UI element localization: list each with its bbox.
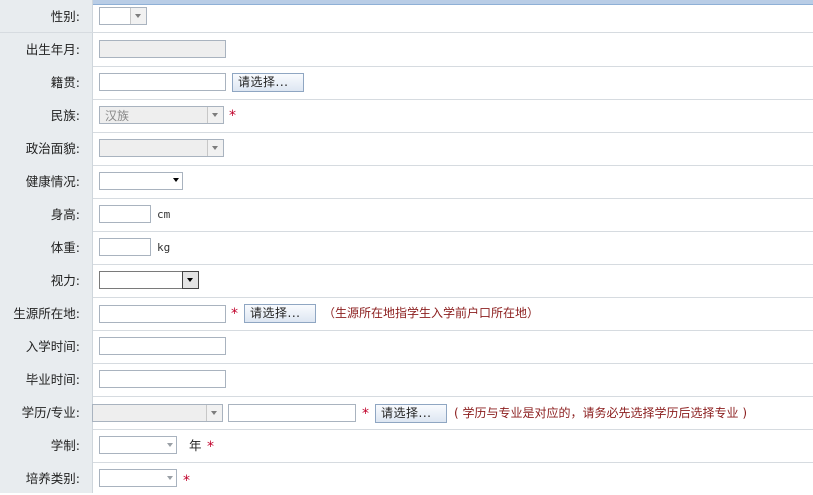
health-label: 健康情况: [0, 165, 93, 198]
chevron-down-icon [207, 140, 223, 156]
required-marker: * [362, 406, 369, 422]
training-label: 培养类别: [0, 462, 93, 493]
native-label: 籍贯: [0, 66, 93, 99]
row-vision: 视力: [0, 264, 813, 298]
row-height: 身高: cm [0, 198, 813, 232]
political-select[interactable] [99, 139, 224, 157]
height-label: 身高: [0, 198, 93, 231]
row-training: 培养类别: * [0, 462, 813, 493]
degree-label: 学历/专业: [0, 396, 93, 429]
degree-select[interactable] [92, 404, 223, 422]
row-ethnicity: 民族: 汉族 * [0, 99, 813, 133]
origin-input[interactable] [99, 305, 226, 323]
chevron-down-icon [206, 405, 222, 421]
ethnicity-label: 民族: [0, 99, 93, 132]
chevron-down-icon [173, 178, 179, 182]
birth-input[interactable] [99, 40, 226, 58]
political-label: 政治面貌: [0, 132, 93, 165]
row-enroll: 入学时间: [0, 330, 813, 364]
gender-select[interactable] [99, 7, 147, 25]
chevron-down-icon [167, 476, 173, 480]
row-birth: 出生年月: [0, 33, 813, 67]
length-unit: 年 [189, 438, 202, 453]
required-marker: * [207, 439, 214, 455]
row-graduate: 毕业时间: [0, 363, 813, 397]
row-degree: 学历/专业: * 请选择... ( 学历与专业是对应的，请务必先选择学历后选择专… [0, 396, 813, 430]
major-select-button[interactable]: 请选择... [375, 404, 447, 423]
row-weight: 体重: kg [0, 231, 813, 265]
graduate-input[interactable] [99, 370, 226, 388]
enroll-input[interactable] [99, 337, 226, 355]
row-political: 政治面貌: [0, 132, 813, 166]
row-origin: 生源所在地: * 请选择... （生源所在地指学生入学前户口所在地） [0, 297, 813, 331]
training-select[interactable] [99, 469, 177, 487]
required-marker: * [183, 473, 190, 489]
vision-label: 视力: [0, 264, 93, 297]
major-input[interactable] [228, 404, 356, 422]
health-select[interactable] [99, 172, 183, 190]
height-unit: cm [157, 208, 171, 221]
length-select[interactable] [99, 436, 177, 454]
required-marker: * [229, 108, 236, 124]
graduate-label: 毕业时间: [0, 363, 93, 396]
degree-note: ( 学历与专业是对应的，请务必先选择学历后选择专业 ) [454, 406, 747, 420]
ethnicity-select[interactable]: 汉族 [99, 106, 224, 124]
native-select-button[interactable]: 请选择... [232, 73, 304, 92]
row-length: 学制: 年 * [0, 429, 813, 463]
origin-note: （生源所在地指学生入学前户口所在地） [323, 306, 540, 320]
origin-select-button[interactable]: 请选择... [244, 304, 316, 323]
enroll-label: 入学时间: [0, 330, 93, 363]
birth-label: 出生年月: [0, 33, 93, 66]
weight-label: 体重: [0, 231, 93, 264]
length-label: 学制: [0, 429, 93, 462]
origin-label: 生源所在地: [0, 297, 93, 330]
chevron-down-icon [207, 107, 223, 123]
ethnicity-value: 汉族 [105, 109, 130, 123]
row-gender: 性别: [0, 0, 813, 33]
chevron-down-icon [130, 8, 146, 24]
chevron-down-icon [182, 271, 199, 289]
row-health: 健康情况: [0, 165, 813, 199]
gender-label: 性别: [0, 0, 93, 32]
row-native: 籍贯: 请选择... [0, 66, 813, 100]
weight-input[interactable] [99, 238, 151, 256]
native-input[interactable] [99, 73, 226, 91]
height-input[interactable] [99, 205, 151, 223]
weight-unit: kg [157, 241, 171, 254]
vision-select[interactable] [99, 271, 199, 289]
chevron-down-icon [167, 443, 173, 447]
required-marker: * [231, 306, 238, 322]
